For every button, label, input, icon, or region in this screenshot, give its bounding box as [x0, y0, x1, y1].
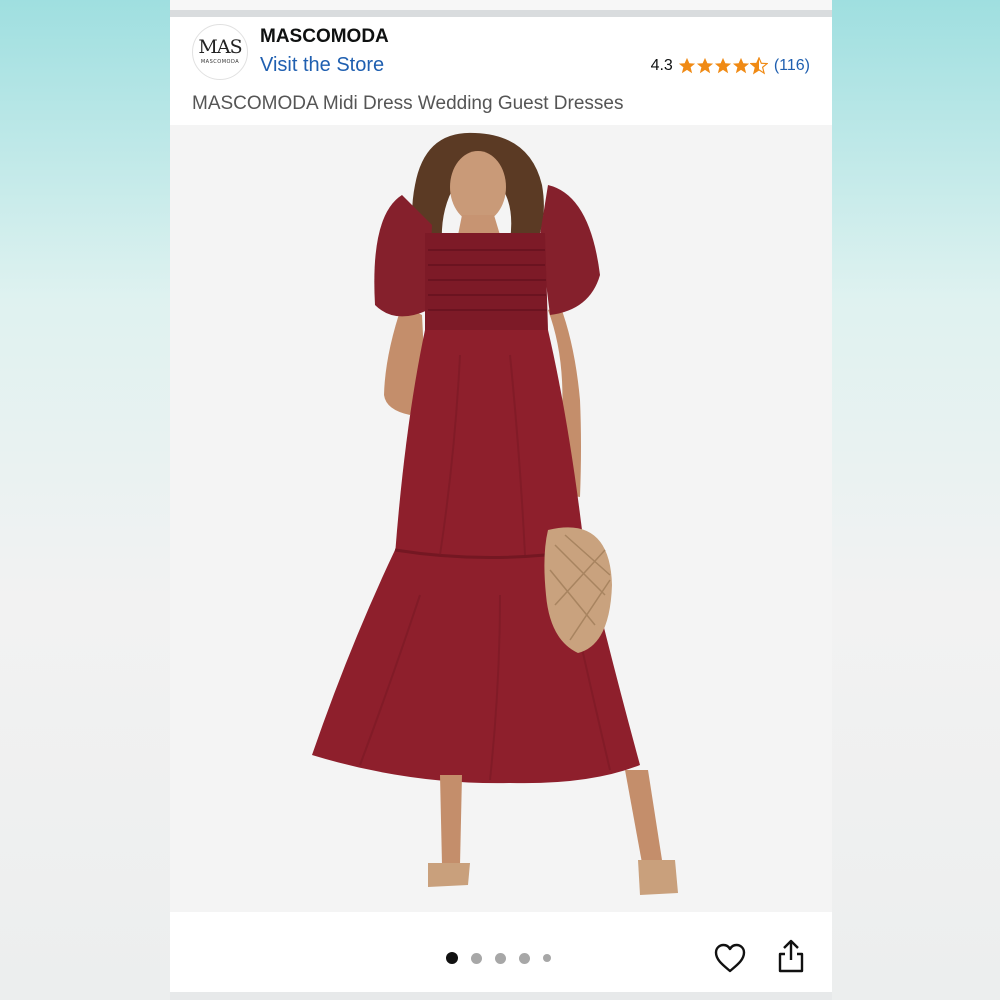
visit-store-link[interactable]: Visit the Store: [260, 54, 384, 77]
product-image[interactable]: [170, 125, 832, 912]
star-icon: [714, 57, 731, 74]
logo-subtext: MASCOMODA: [200, 59, 240, 65]
carousel-dot-active[interactable]: [446, 952, 458, 964]
carousel-dot[interactable]: [495, 952, 506, 964]
rating-value: 4.3: [650, 57, 673, 74]
rating-summary[interactable]: 4.3 (116): [651, 57, 810, 75]
star-icon: [732, 57, 749, 74]
store-header: MAS MASCOMODA MASCOMODA Visit the Store …: [170, 17, 832, 125]
store-logo[interactable]: MAS MASCOMODA: [192, 24, 248, 80]
brand-name: MASCOMODA: [260, 26, 389, 47]
carousel-dot[interactable]: [519, 952, 530, 964]
share-icon[interactable]: [776, 938, 806, 974]
product-title: MASCOMODA Midi Dress Wedding Guest Dress…: [192, 93, 624, 114]
carousel-dot[interactable]: [543, 954, 551, 962]
product-screen: MAS MASCOMODA MASCOMODA Visit the Store …: [170, 0, 832, 1000]
star-rating: [678, 57, 768, 75]
half-star-icon: [749, 57, 768, 75]
bottom-divider: [170, 992, 832, 1000]
star-icon: [678, 57, 695, 74]
carousel-indicator[interactable]: [446, 952, 564, 964]
image-controls: [170, 912, 832, 992]
product-photo: [312, 132, 678, 895]
logo-mark: MAS: [198, 36, 242, 58]
heart-icon[interactable]: [713, 942, 747, 974]
star-icon: [696, 57, 713, 74]
review-count[interactable]: (116): [774, 57, 810, 75]
top-divider: [170, 10, 832, 17]
carousel-dot[interactable]: [471, 952, 482, 964]
